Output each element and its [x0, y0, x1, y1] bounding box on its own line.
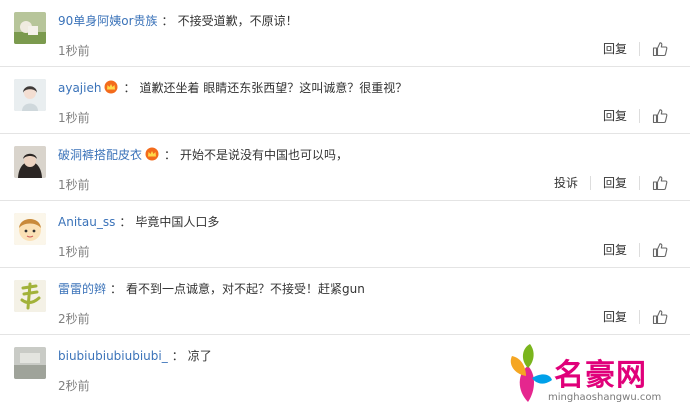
comment-text: 毕竟中国人口多 — [135, 215, 220, 229]
username[interactable]: 90单身阿姨or贵族 — [58, 14, 158, 28]
reply-button[interactable]: 回复 — [603, 107, 627, 125]
avatar[interactable] — [14, 12, 46, 44]
reply-button[interactable]: 回复 — [603, 174, 627, 192]
thumbs-up-icon[interactable] — [652, 41, 668, 57]
thumbs-up-icon[interactable] — [652, 108, 668, 124]
comment-header: biubiubiubiubiubi_：凉了 — [58, 347, 212, 365]
username[interactable]: 破洞裤搭配皮衣 — [58, 148, 142, 162]
timestamp: 1秒前 — [58, 245, 90, 259]
timestamp: 2秒前 — [58, 379, 90, 393]
avatar[interactable] — [14, 213, 46, 245]
username[interactable]: Anitau_ss — [58, 215, 115, 229]
colon: ： — [119, 215, 132, 229]
colon: ： — [110, 282, 123, 296]
comment-header: 雷雷的辫 ：看不到一点诚意，对不起？不接受！赶紧gun — [58, 280, 365, 298]
comment-text: 道歉还坐着 眼睛还东张西望？这叫诚意？很重视？ — [139, 81, 408, 95]
watermark-url: minghaoshangwu.com — [548, 392, 662, 403]
comment-header: ayajieh ：道歉还坐着 眼睛还东张西望？这叫诚意？很重视？ — [58, 79, 407, 97]
username[interactable]: 雷雷的辫 — [58, 282, 106, 296]
avatar[interactable] — [14, 146, 46, 178]
colon: ： — [161, 14, 174, 28]
timestamp: 2秒前 — [58, 312, 90, 326]
comment-header: 90单身阿姨or贵族：不接受道歉，不原谅！ — [58, 12, 298, 30]
thumbs-up-icon[interactable] — [652, 309, 668, 325]
timestamp: 1秒前 — [58, 44, 90, 58]
thumbs-up-icon[interactable] — [652, 242, 668, 258]
avatar[interactable] — [14, 347, 46, 379]
comment-actions: 回复 — [583, 241, 668, 259]
watermark-brand: 名豪网 — [554, 358, 647, 393]
comment-item: 90单身阿姨or贵族：不接受道歉，不原谅！ 1秒前 回复 — [0, 0, 690, 67]
comment-header: Anitau_ss ：毕竟中国人口多 — [58, 213, 219, 231]
comment-actions: 回复 — [583, 107, 668, 125]
crown-badge-icon — [145, 147, 159, 161]
colon: ： — [164, 148, 177, 162]
comment-actions: 回复 — [583, 308, 668, 326]
avatar[interactable] — [14, 79, 46, 111]
divider — [639, 243, 640, 257]
comment-text: 不接受道歉，不原谅！ — [177, 14, 298, 28]
thumbs-up-icon[interactable] — [652, 175, 668, 191]
divider — [639, 176, 640, 190]
colon: ： — [171, 349, 184, 363]
comment-item: Anitau_ss ：毕竟中国人口多 1秒前 回复 — [0, 201, 690, 268]
avatar[interactable] — [14, 280, 46, 312]
reply-button[interactable]: 回复 — [603, 308, 627, 326]
report-button[interactable]: 投诉 — [554, 174, 578, 192]
comment-actions: 投诉 回复 — [534, 174, 668, 192]
timestamp: 1秒前 — [58, 111, 90, 125]
reply-button[interactable]: 回复 — [603, 241, 627, 259]
comment-item: 雷雷的辫 ：看不到一点诚意，对不起？不接受！赶紧gun 2秒前 回复 — [0, 268, 690, 335]
flower-logo-icon — [510, 344, 552, 402]
colon: ： — [123, 81, 136, 95]
username[interactable]: ayajieh — [58, 81, 101, 95]
divider — [589, 176, 591, 190]
reply-button[interactable]: 回复 — [603, 40, 627, 58]
comment-actions: 回复 — [583, 40, 668, 58]
username[interactable]: biubiubiubiubiubi_ — [58, 349, 168, 363]
comment-text: 凉了 — [187, 349, 212, 363]
comment-text: 开始不是说没有中国也可以吗， — [180, 148, 349, 162]
timestamp: 1秒前 — [58, 178, 90, 192]
comment-item: ayajieh ：道歉还坐着 眼睛还东张西望？这叫诚意？很重视？ 1秒前 回复 — [0, 67, 690, 134]
divider — [639, 310, 640, 324]
comment-header: 破洞裤搭配皮衣 ：开始不是说没有中国也可以吗， — [58, 146, 348, 164]
watermark-logo: 名豪网 minghaoshangwu.com — [506, 338, 684, 412]
crown-badge-icon — [104, 80, 118, 94]
comment-text: 看不到一点诚意，对不起？不接受！赶紧gun — [126, 282, 365, 296]
divider — [639, 109, 640, 123]
divider — [639, 42, 640, 56]
comment-item: 破洞裤搭配皮衣 ：开始不是说没有中国也可以吗， 1秒前 投诉 回复 — [0, 134, 690, 201]
